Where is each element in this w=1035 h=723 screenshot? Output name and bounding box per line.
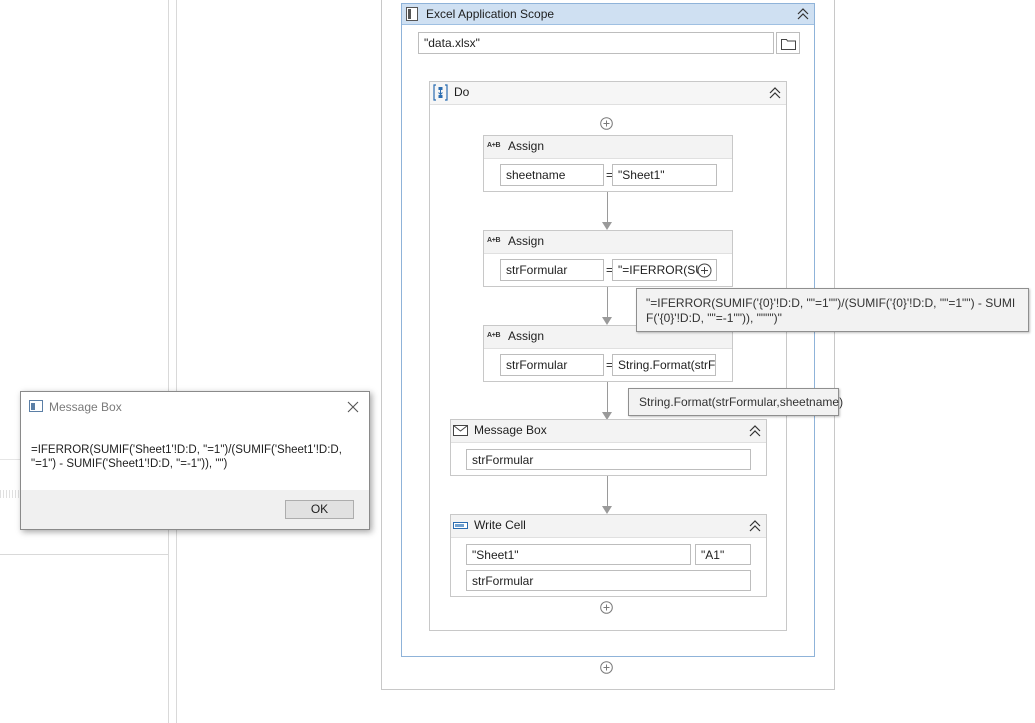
assign-icon: A+B bbox=[487, 142, 501, 149]
assign-header[interactable]: A+B Assign bbox=[484, 231, 732, 254]
expression-tooltip-2: String.Format(strFormular,sheetname) bbox=[628, 388, 843, 416]
assign-icon: A+B bbox=[487, 237, 501, 244]
expand-expression-icon[interactable] bbox=[697, 263, 712, 278]
assign-to-input[interactable]: sheetname bbox=[500, 164, 604, 186]
panel-separator-2 bbox=[0, 554, 168, 555]
left-panel-divider bbox=[168, 0, 169, 723]
add-activity-icon[interactable] bbox=[600, 601, 613, 614]
assign-title: Assign bbox=[508, 234, 545, 248]
assign-value-input[interactable]: String.Format(strFo bbox=[612, 354, 716, 376]
assign-to-input[interactable]: strFormular bbox=[500, 259, 604, 281]
window-icon bbox=[29, 400, 43, 412]
assign-title: Assign bbox=[508, 329, 545, 343]
collapse-chevron-icon[interactable] bbox=[746, 517, 764, 535]
collapse-chevron-icon[interactable] bbox=[766, 84, 784, 102]
assign-activity-2[interactable]: A+B Assign strFormular = "=IFERROR(SU bbox=[483, 230, 733, 287]
connector-arrow bbox=[602, 317, 612, 325]
connector-arrow bbox=[602, 222, 612, 230]
write-cell-activity[interactable]: Write Cell "Sheet1" "A1" strFormular bbox=[450, 514, 767, 597]
message-box-header[interactable]: Message Box bbox=[451, 420, 766, 443]
dialog-message: =IFERROR(SUMIF('Sheet1'!D:D, "=1")/(SUMI… bbox=[31, 444, 342, 470]
cell-value-input[interactable]: strFormular bbox=[466, 570, 751, 591]
do-header[interactable]: Do bbox=[430, 82, 786, 105]
ok-button[interactable]: OK bbox=[285, 500, 354, 519]
connector-arrow bbox=[602, 506, 612, 514]
connector-line bbox=[607, 287, 608, 317]
message-box-activity[interactable]: Message Box strFormular bbox=[450, 419, 767, 476]
sheet-name-input[interactable]: "Sheet1" bbox=[466, 544, 691, 565]
collapse-chevron-icon[interactable] bbox=[746, 422, 764, 440]
message-box-title: Message Box bbox=[474, 423, 547, 437]
write-cell-header[interactable]: Write Cell bbox=[451, 515, 766, 538]
do-title: Do bbox=[454, 85, 470, 99]
expression-tooltip: "=IFERROR(SUMIF('{0}'!D:D, ""=1"")/(SUMI… bbox=[636, 288, 1029, 332]
connector-line bbox=[607, 476, 608, 506]
collapse-chevron-icon[interactable] bbox=[794, 5, 812, 23]
close-icon[interactable] bbox=[347, 401, 359, 413]
assign-to-input[interactable]: strFormular bbox=[500, 354, 604, 376]
assign-icon: A+B bbox=[487, 332, 501, 339]
message-text-input[interactable]: strFormular bbox=[466, 449, 751, 470]
dialog-title: Message Box bbox=[49, 400, 122, 414]
envelope-icon bbox=[453, 425, 468, 436]
folder-icon bbox=[781, 39, 796, 50]
write-cell-icon bbox=[453, 522, 468, 529]
write-cell-title: Write Cell bbox=[474, 518, 526, 532]
cell-range-input[interactable]: "A1" bbox=[695, 544, 751, 565]
canvas-left-border bbox=[176, 0, 177, 723]
add-activity-icon[interactable] bbox=[600, 661, 613, 674]
connector-line bbox=[607, 382, 608, 412]
scope-title: Excel Application Scope bbox=[426, 7, 555, 21]
excel-scope-icon bbox=[406, 7, 418, 21]
message-box-dialog[interactable]: Message Box =IFERROR(SUMIF('Sheet1'!D:D,… bbox=[20, 391, 370, 530]
add-activity-icon[interactable] bbox=[600, 117, 613, 130]
assign-title: Assign bbox=[508, 139, 545, 153]
browse-button[interactable] bbox=[776, 32, 800, 54]
assign-header[interactable]: A+B Assign bbox=[484, 136, 732, 159]
assign-value-input[interactable]: "Sheet1" bbox=[612, 164, 717, 186]
assign-activity-3[interactable]: A+B Assign strFormular = String.Format(s… bbox=[483, 325, 733, 382]
connector-line bbox=[607, 192, 608, 222]
workbook-path-input[interactable]: "data.xlsx" bbox=[418, 32, 774, 54]
dialog-titlebar[interactable]: Message Box bbox=[21, 392, 369, 422]
scope-header[interactable]: Excel Application Scope bbox=[402, 4, 814, 25]
sequence-icon bbox=[433, 84, 448, 101]
assign-activity-1[interactable]: A+B Assign sheetname = "Sheet1" bbox=[483, 135, 733, 192]
